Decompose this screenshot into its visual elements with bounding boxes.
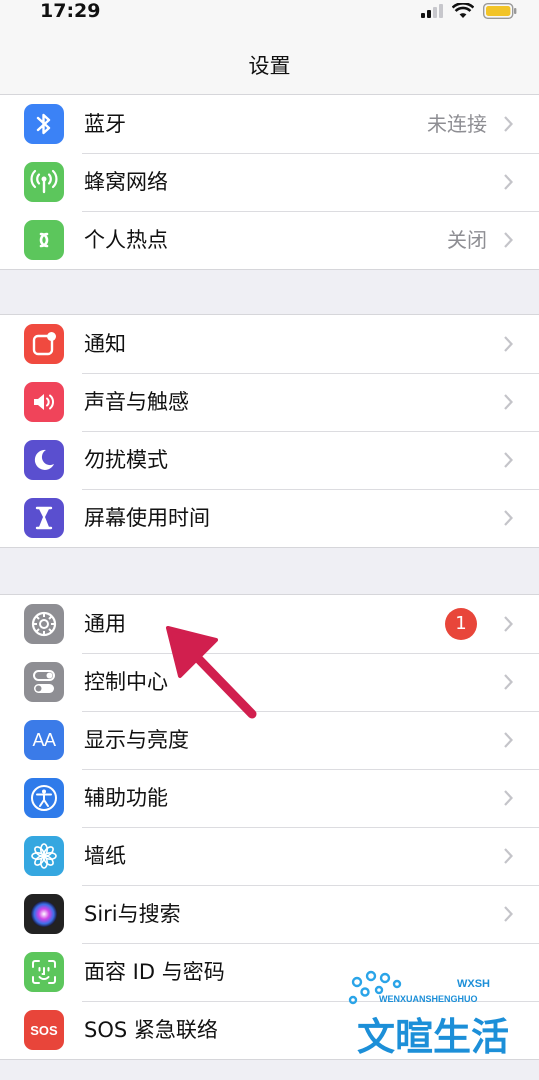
settings-row-label: 控制中心: [84, 670, 168, 694]
watermark-subtitle: WENXUANSHENGHUO: [379, 994, 478, 1004]
chevron-right-icon: [504, 394, 513, 410]
chevron-right-icon: [504, 616, 513, 632]
status-time: 17:29: [40, 0, 101, 22]
settings-row-bluetooth[interactable]: 蓝牙 未连接: [0, 95, 539, 153]
nav-bar: 设置: [0, 30, 539, 101]
settings-row-accessibility[interactable]: 辅助功能: [0, 769, 539, 827]
settings-row-label: SOS 紧急联络: [84, 1018, 218, 1042]
settings-row-label: 声音与触感: [84, 390, 189, 414]
battery-icon: [483, 3, 517, 19]
settings-row-notifications[interactable]: 通知: [0, 315, 539, 373]
watermark-text: 文暄生活: [357, 1015, 510, 1059]
siri-icon: [24, 894, 64, 934]
settings-row-general[interactable]: 通用 1: [0, 595, 539, 653]
notification-badge: 1: [445, 608, 477, 640]
sos-icon-label: SOS: [30, 1022, 58, 1038]
sos-icon: SOS: [24, 1010, 64, 1050]
settings-row-value: 未连接: [427, 112, 487, 136]
watermark-logo: WXSH WENXUANSHENGHUO 文暄生活: [345, 970, 525, 1066]
gear-icon: [24, 604, 64, 644]
chevron-right-icon: [504, 174, 513, 190]
chevron-right-icon: [504, 732, 513, 748]
chevron-right-icon: [504, 674, 513, 690]
hourglass-icon: [24, 498, 64, 538]
settings-group-notifications: 通知 声音与触感 勿扰模式 屏幕使用时间: [0, 314, 539, 548]
hotspot-icon: [24, 220, 64, 260]
chevron-right-icon: [504, 452, 513, 468]
settings-row-label: 屏幕使用时间: [84, 506, 210, 530]
chevron-right-icon: [504, 848, 513, 864]
chevron-right-icon: [504, 790, 513, 806]
settings-row-label: 面容 ID 与密码: [84, 960, 225, 984]
settings-row-label: 个人热点: [84, 228, 168, 252]
settings-row-cellular[interactable]: 蜂窝网络: [0, 153, 539, 211]
settings-row-wallpaper[interactable]: 墙纸: [0, 827, 539, 885]
settings-row-label: 蓝牙: [84, 112, 126, 136]
toggle-icon: [24, 662, 64, 702]
chevron-right-icon: [504, 116, 513, 132]
settings-row-display[interactable]: AA 显示与亮度: [0, 711, 539, 769]
bluetooth-icon: [24, 104, 64, 144]
flower-icon: [24, 836, 64, 876]
text-size-icon-label: AA: [32, 729, 56, 750]
settings-row-siri[interactable]: Siri与搜索: [0, 885, 539, 943]
chevron-right-icon: [504, 510, 513, 526]
annotation-arrow: [166, 626, 257, 719]
settings-row-label: 勿扰模式: [84, 448, 168, 472]
settings-row-label: 墙纸: [84, 844, 126, 868]
settings-row-value: 关闭: [447, 228, 487, 252]
signal-icon: [421, 4, 443, 18]
settings-group-connectivity: 蓝牙 未连接 蜂窝网络 个人热点 关闭: [0, 94, 539, 270]
settings-row-hotspot[interactable]: 个人热点 关闭: [0, 211, 539, 269]
chevron-right-icon: [504, 336, 513, 352]
wifi-icon: [452, 3, 474, 18]
settings-row-label: 辅助功能: [84, 786, 168, 810]
settings-row-label: 通知: [84, 332, 126, 356]
text-size-icon: AA: [24, 720, 64, 760]
settings-row-sounds[interactable]: 声音与触感: [0, 373, 539, 431]
cellular-icon: [24, 162, 64, 202]
settings-row-control-center[interactable]: 控制中心: [0, 653, 539, 711]
moon-icon: [24, 440, 64, 480]
face-id-icon: [24, 952, 64, 992]
watermark-mono: WXSH: [457, 978, 490, 990]
settings-row-label: 通用: [84, 612, 126, 636]
accessibility-icon: [24, 778, 64, 818]
settings-row-label: Siri与搜索: [84, 902, 181, 926]
sound-icon: [24, 382, 64, 422]
status-indicators: [421, 1, 517, 21]
settings-row-do-not-disturb[interactable]: 勿扰模式: [0, 431, 539, 489]
page-title: 设置: [248, 54, 291, 78]
settings-row-label: 蜂窝网络: [84, 170, 168, 194]
chevron-right-icon: [504, 906, 513, 922]
chevron-right-icon: [504, 232, 513, 248]
status-bar: 17:29: [0, 0, 539, 30]
settings-row-screen-time[interactable]: 屏幕使用时间: [0, 489, 539, 547]
notification-icon: [24, 324, 64, 364]
